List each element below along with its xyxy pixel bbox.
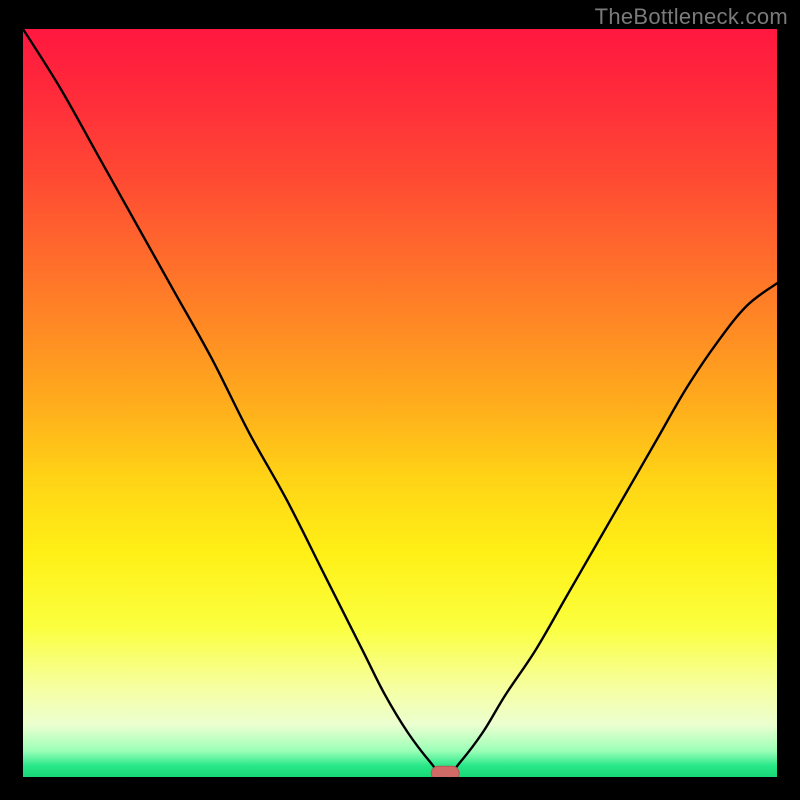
gradient-background [23, 29, 777, 777]
plot-area [23, 29, 777, 777]
optimum-marker [431, 766, 459, 777]
chart-frame: TheBottleneck.com [0, 0, 800, 800]
bottleneck-chart [23, 29, 777, 777]
watermark-text: TheBottleneck.com [595, 4, 788, 30]
